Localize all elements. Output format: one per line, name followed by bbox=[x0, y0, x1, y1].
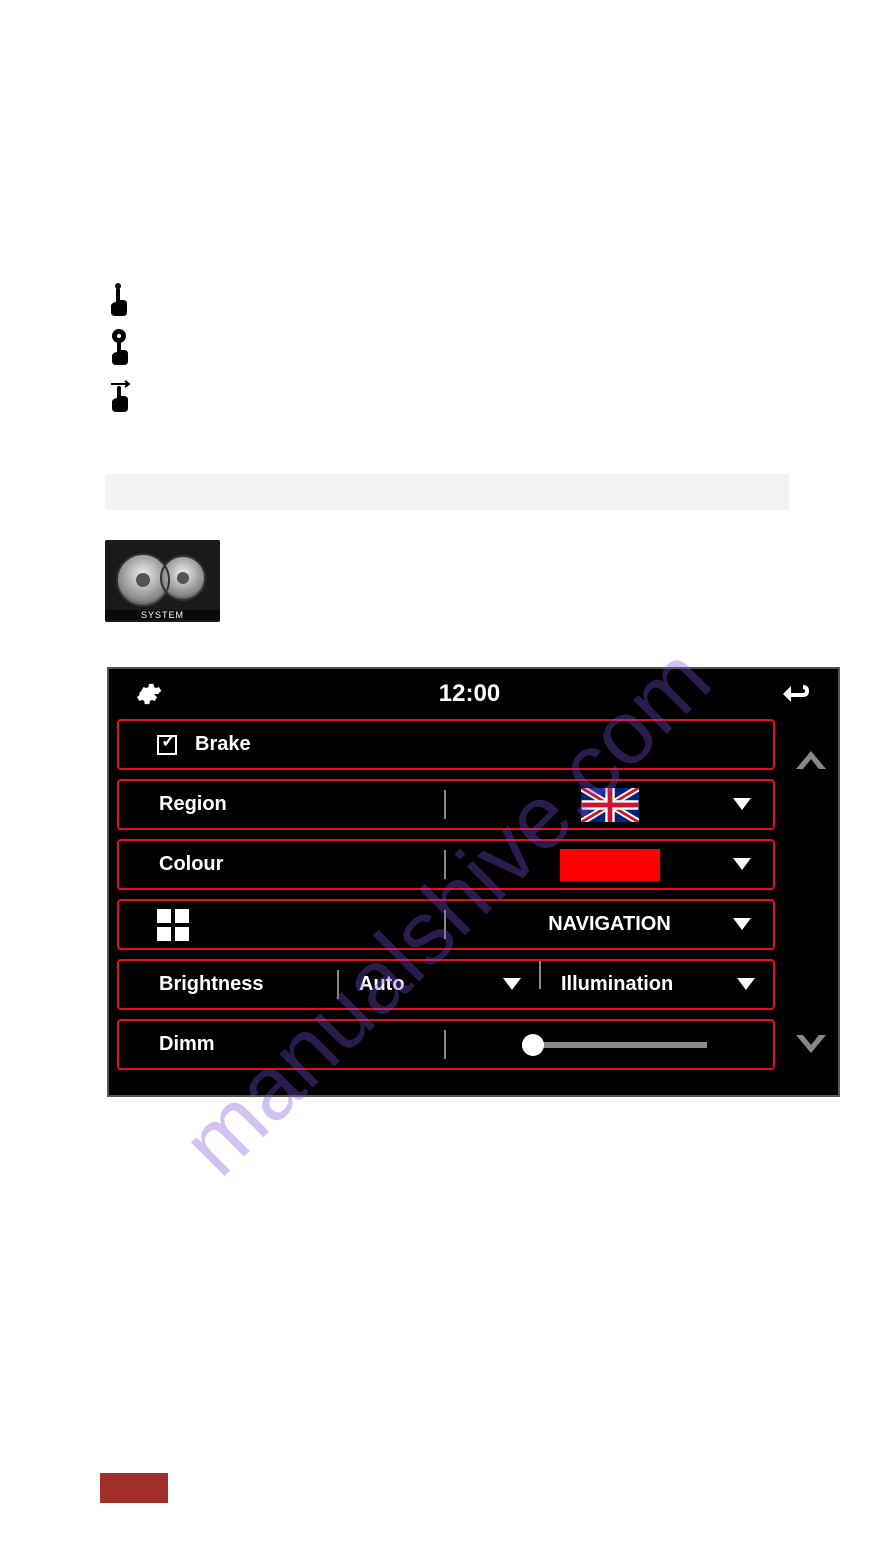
brightness-mode: Auto bbox=[359, 973, 405, 996]
colour-label: Colour bbox=[159, 853, 223, 876]
chevron-down-icon bbox=[733, 798, 751, 812]
flag-uk-icon bbox=[581, 788, 639, 822]
chevron-down-icon bbox=[733, 858, 751, 872]
gear-icon[interactable] bbox=[134, 680, 162, 708]
scroll-up-icon[interactable] bbox=[794, 749, 828, 773]
row-mode[interactable]: NAVIGATION bbox=[117, 899, 775, 950]
section-heading-bar bbox=[105, 474, 789, 510]
touch-tap-icon bbox=[105, 280, 131, 318]
row-dimm[interactable]: Dimm bbox=[117, 1019, 775, 1070]
illumination-label: Illumination bbox=[561, 973, 673, 996]
chevron-down-icon bbox=[503, 978, 521, 992]
brightness-label: Brightness bbox=[159, 973, 263, 996]
row-colour[interactable]: Colour bbox=[117, 839, 775, 890]
row-brake[interactable]: Brake bbox=[117, 719, 775, 770]
chevron-down-icon bbox=[733, 918, 751, 932]
brake-label: Brake bbox=[195, 733, 251, 756]
grid-icon bbox=[157, 909, 189, 941]
dimm-slider[interactable] bbox=[522, 1042, 707, 1048]
slider-thumb[interactable] bbox=[522, 1034, 544, 1056]
dimm-label: Dimm bbox=[159, 1033, 215, 1056]
touch-swipe-icon bbox=[105, 378, 135, 414]
scroll-down-icon[interactable] bbox=[794, 1031, 828, 1055]
settings-screen: 12:00 Brake Region bbox=[107, 667, 840, 1097]
back-icon[interactable] bbox=[777, 680, 813, 708]
system-tile-label: SYSTEM bbox=[105, 610, 220, 620]
row-region[interactable]: Region bbox=[117, 779, 775, 830]
mode-value: NAVIGATION bbox=[548, 913, 671, 936]
page-number-badge bbox=[100, 1473, 168, 1503]
touch-hold-icon bbox=[105, 328, 135, 368]
clock-display: 12:00 bbox=[162, 680, 777, 708]
system-tile[interactable]: SYSTEM bbox=[105, 540, 220, 622]
chevron-down-icon bbox=[737, 978, 755, 992]
region-label: Region bbox=[159, 793, 227, 816]
checkbox-checked-icon bbox=[157, 735, 177, 755]
colour-swatch bbox=[560, 849, 660, 881]
touch-gesture-icons bbox=[105, 280, 788, 419]
row-brightness[interactable]: Brightness Auto Illumination bbox=[117, 959, 775, 1010]
